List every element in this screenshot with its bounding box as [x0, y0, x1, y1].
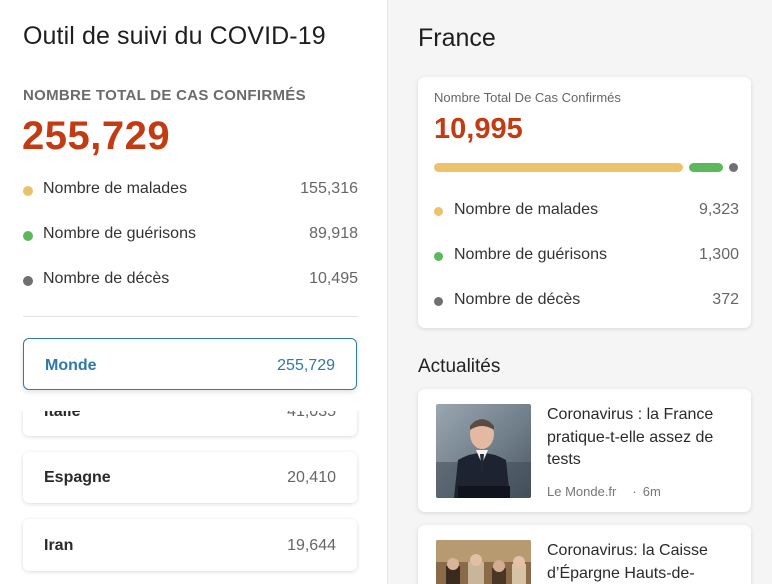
sick-bar	[434, 163, 683, 172]
region-stat-deaths: Nombre de décès 372	[434, 291, 739, 313]
country-card-iran[interactable]: Iran 19,644	[23, 519, 357, 571]
news-card[interactable]: Coronavirus : la France pratique-t-elle …	[418, 389, 751, 512]
country-value: 19,644	[287, 537, 336, 554]
stat-row-sick: Nombre de malades 155,316	[23, 180, 358, 202]
news-time: 6m	[642, 484, 661, 499]
stat-value: 155,316	[300, 180, 358, 197]
region-total-value: 10,995	[434, 113, 523, 145]
deaths-dot-icon	[434, 297, 443, 306]
total-cases-value: 255,729	[22, 114, 171, 158]
deaths-bar	[729, 163, 738, 172]
country-name: Iran	[44, 537, 74, 554]
region-stat-recovered: Nombre de guérisons 1,300	[434, 246, 739, 268]
news-thumbnail	[436, 540, 531, 584]
news-headline[interactable]: Coronavirus : la France pratique-t-elle …	[547, 404, 732, 472]
country-value: 255,729	[277, 357, 335, 374]
news-photo-icon	[436, 404, 531, 498]
stat-value: 372	[712, 291, 739, 308]
recovered-dot-icon	[434, 252, 443, 261]
stat-label: Nombre de malades	[43, 180, 188, 197]
news-card[interactable]: Coronavirus: la Caisse d’Épargne Hauts-d…	[418, 525, 751, 584]
stat-label: Nombre de guérisons	[43, 225, 196, 242]
meta-separator: ·	[632, 484, 637, 499]
divider	[23, 316, 358, 317]
stat-value: 89,918	[309, 225, 358, 242]
country-card-world[interactable]: Monde 255,729	[23, 338, 357, 390]
stat-label: Nombre de guérisons	[454, 246, 607, 263]
country-card-spain[interactable]: Espagne 20,410	[23, 452, 357, 503]
stat-label: Nombre de décès	[43, 270, 170, 287]
news-section-title: Actualités	[418, 356, 501, 377]
sick-dot-icon	[434, 207, 443, 216]
stat-label: Nombre de décès	[454, 291, 581, 308]
stat-row-recovered: Nombre de guérisons 89,918	[23, 225, 358, 247]
region-stat-sick: Nombre de malades 9,323	[434, 201, 739, 223]
news-meta: Le Monde.fr · 6m	[547, 484, 661, 499]
country-value: 20,410	[287, 469, 336, 486]
recovered-bar	[689, 163, 723, 172]
recovered-dot-icon	[23, 231, 33, 241]
deaths-dot-icon	[23, 276, 33, 286]
total-cases-label: NOMBRE TOTAL DE CAS CONFIRMÉS	[23, 87, 306, 104]
region-summary-card: Nombre Total De Cas Confirmés 10,995 Nom…	[418, 77, 751, 328]
region-total-label: Nombre Total De Cas Confirmés	[434, 90, 621, 105]
news-photo-icon	[436, 540, 531, 584]
country-name: Monde	[45, 357, 97, 374]
news-source: Le Monde.fr	[547, 484, 617, 499]
stat-value: 10,495	[309, 270, 358, 287]
global-tracker-panel: Outil de suivi du COVID-19 NOMBRE TOTAL …	[0, 0, 388, 584]
country-name: Espagne	[44, 469, 111, 486]
region-panel: France Nombre Total De Cas Confirmés 10,…	[389, 0, 772, 584]
region-title: France	[418, 24, 496, 52]
stat-value: 9,323	[698, 201, 739, 218]
stat-value: 1,300	[698, 246, 739, 263]
news-headline[interactable]: Coronavirus: la Caisse d’Épargne Hauts-d…	[547, 540, 732, 584]
app-title: Outil de suivi du COVID-19	[23, 22, 326, 50]
stat-label: Nombre de malades	[454, 201, 599, 218]
stat-row-deaths: Nombre de décès 10,495	[23, 270, 358, 292]
sick-dot-icon	[23, 186, 33, 196]
news-thumbnail	[436, 404, 531, 498]
